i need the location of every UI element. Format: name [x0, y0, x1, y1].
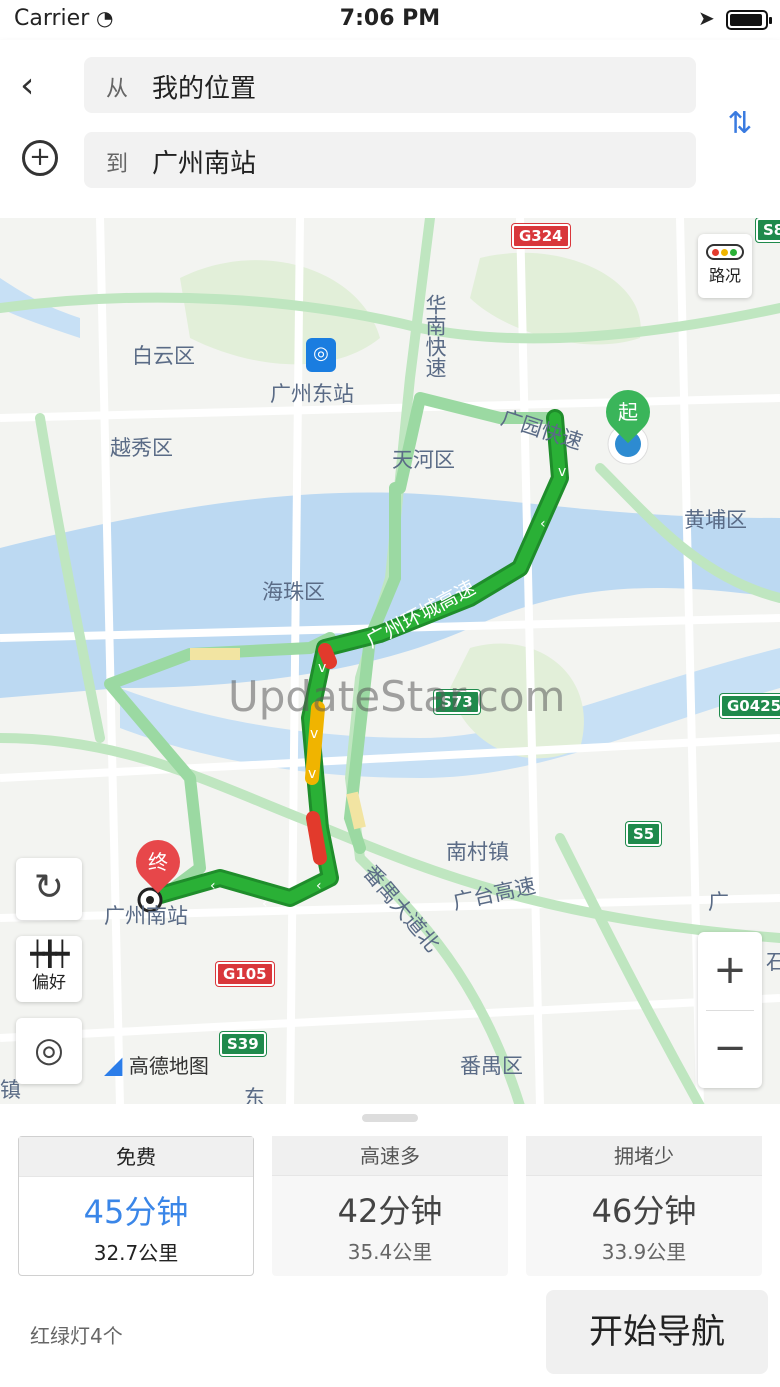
svg-text:‹: ‹	[316, 878, 322, 894]
district-label: 白云区	[132, 344, 195, 368]
district-label: 天河区	[392, 448, 455, 472]
route-option-card[interactable]: 高速多 42分钟 35.4公里	[272, 1136, 508, 1276]
route-options-sheet: 免费 45分钟 32.7公里 高速多 42分钟 35.4公里 拥堵少 46分钟 …	[0, 1104, 780, 1387]
route-duration: 45分钟	[83, 1193, 189, 1231]
refresh-icon: ↻	[33, 867, 65, 908]
sheet-handle[interactable]	[362, 1114, 418, 1122]
add-waypoint-button[interactable]: +	[22, 140, 58, 176]
svg-text:‹: ‹	[262, 896, 268, 912]
clock: 7:06 PM	[339, 6, 441, 31]
svg-text:‹: ‹	[540, 516, 546, 532]
origin-value: 我的位置	[152, 74, 257, 104]
svg-text:‹: ‹	[210, 878, 216, 894]
destination-prefix: 到	[106, 152, 129, 177]
station-label: 广州南站	[104, 904, 188, 928]
district-label: 黄埔区	[684, 508, 747, 532]
district-label: 番禺区	[460, 1054, 523, 1078]
route-tag: 免费	[19, 1137, 253, 1177]
district-label: 越秀区	[110, 436, 173, 460]
route-distance: 32.7公里	[93, 1241, 179, 1265]
map-logo: ◢ 高德地图	[104, 1050, 209, 1079]
origin-field[interactable]: 从 我的位置	[84, 57, 696, 113]
train-station-icon: ◎	[306, 338, 336, 372]
back-button[interactable]: ‹	[20, 66, 56, 106]
start-pin-label: 起	[618, 400, 638, 424]
traffic-label: 路况	[708, 266, 741, 285]
crosshair-icon: ◎	[34, 1030, 64, 1070]
preference-button[interactable]: ┿╋┿ 偏好	[16, 936, 82, 1002]
map-view[interactable]: ‹ ‹ ‹ vvv ‹ v 起 终 白云区 越秀区 广州东站 ◎ 天河区 黄埔区 海珠…	[0, 218, 780, 1106]
destination-value: 广州南站	[152, 149, 257, 179]
district-label: 海珠区	[262, 580, 325, 604]
location-arrow-icon: ➤	[698, 6, 715, 30]
swap-direction-button[interactable]: ⇅	[722, 104, 758, 144]
highway-badge: S8	[756, 218, 780, 242]
route-tag: 高速多	[272, 1136, 508, 1176]
preference-label: 偏好	[32, 973, 66, 993]
traffic-lights-count: 红绿灯4个	[30, 1324, 123, 1348]
origin-prefix: 从	[106, 77, 129, 102]
refresh-button[interactable]: ↻	[16, 858, 82, 920]
route-tag: 拥堵少	[526, 1136, 762, 1176]
svg-text:v: v	[558, 464, 566, 480]
locate-button[interactable]: ◎	[16, 1018, 82, 1084]
route-jam-segment	[306, 811, 327, 865]
route-duration: 42分钟	[337, 1192, 443, 1230]
start-navigation-button[interactable]: 开始导航	[546, 1290, 768, 1374]
route-option-card[interactable]: 拥堵少 46分钟 33.9公里	[526, 1136, 762, 1276]
highway-badge: S5	[626, 822, 662, 846]
route-distance: 35.4公里	[347, 1240, 433, 1264]
zoom-out-button[interactable]: −	[698, 1010, 762, 1088]
station-label: 广州东站	[270, 382, 354, 406]
map-logo-text: 高德地图	[128, 1054, 209, 1078]
route-duration: 46分钟	[591, 1192, 697, 1230]
sliders-icon: ┿╋┿	[30, 940, 69, 968]
highway-badge: G0425	[720, 694, 780, 718]
road-label: 石	[766, 950, 780, 974]
traffic-toggle-button[interactable]: 路况	[698, 234, 752, 298]
route-option-card[interactable]: 免费 45分钟 32.7公里	[18, 1136, 254, 1276]
route-distance: 33.9公里	[601, 1240, 687, 1264]
zoom-control: + −	[698, 932, 762, 1088]
town-label: 南村镇	[446, 840, 509, 864]
highway-badge: S39	[220, 1032, 266, 1056]
road-label: 华南快速	[423, 294, 447, 378]
status-bar: Carrier ◔ 7:06 PM ➤	[0, 0, 780, 40]
route-search-header: ‹ + 从 我的位置 到 广州南站 ⇅	[0, 40, 780, 218]
highway-badge: G324	[512, 224, 570, 248]
watermark: UpdateStar.com	[228, 672, 566, 721]
map-canvas: ‹‹‹ vvv ‹v	[0, 218, 780, 1106]
highway-badge: G105	[216, 962, 274, 986]
svg-text:v: v	[308, 766, 316, 782]
end-pin: 终	[126, 830, 190, 894]
traffic-light-icon	[706, 244, 744, 260]
zoom-in-button[interactable]: +	[698, 932, 762, 1010]
destination-field[interactable]: 到 广州南站	[84, 132, 696, 188]
gaode-arrow-icon: ◢	[104, 1051, 123, 1079]
battery-icon	[726, 10, 772, 30]
start-pin: 起	[596, 380, 660, 444]
road-label: 广	[708, 890, 729, 914]
alt-route-slow	[346, 791, 366, 830]
end-pin-label: 终	[148, 850, 168, 874]
svg-text:v: v	[310, 726, 318, 742]
road-label: 东	[244, 1086, 265, 1106]
